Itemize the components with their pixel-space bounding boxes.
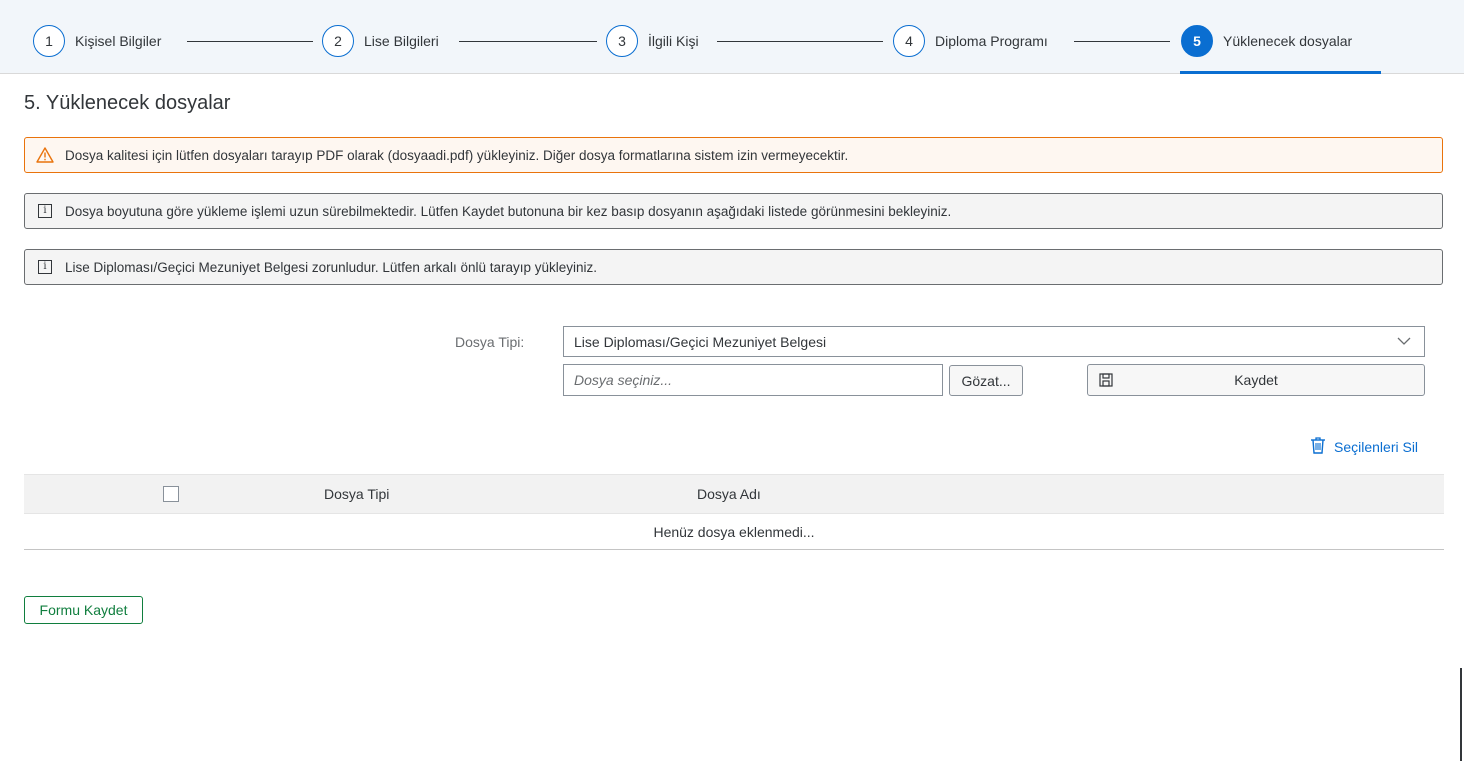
info-icon: i (25, 204, 65, 218)
wizard-step-diploma-program[interactable]: 4 Diploma Programı (893, 24, 1048, 58)
browse-button[interactable]: Gözat... (949, 365, 1023, 396)
step-number: 1 (33, 25, 65, 57)
wizard-step-personal-info[interactable]: 1 Kişisel Bilgiler (33, 24, 161, 58)
warning-icon (25, 147, 65, 163)
wizard-step-highschool-info[interactable]: 2 Lise Bilgileri (322, 24, 439, 58)
step-label: Lise Bilgileri (364, 33, 439, 49)
step-label: Diploma Programı (935, 33, 1048, 49)
step-label: İlgili Kişi (648, 33, 699, 49)
scrollbar[interactable] (1460, 668, 1462, 761)
wizard-header: 1 Kişisel Bilgiler 2 Lise Bilgileri 3 İl… (0, 0, 1464, 74)
upload-save-label: Kaydet (1234, 372, 1278, 388)
file-type-label: Dosya Tipi: (455, 334, 525, 350)
save-form-button[interactable]: Formu Kaydet (24, 596, 143, 624)
table-empty-row: Henüz dosya eklenmedi... (24, 514, 1444, 550)
warning-text: Dosya kalitesi için lütfen dosyaları tar… (65, 147, 849, 163)
step-number: 4 (893, 25, 925, 57)
info-message-upload-time: i Dosya boyutuna göre yükleme işlemi uzu… (24, 193, 1443, 229)
step-number: 3 (606, 25, 638, 57)
step-connector (187, 41, 313, 42)
file-type-value: Lise Diploması/Geçici Mezuniyet Belgesi (574, 333, 827, 350)
warning-message: Dosya kalitesi için lütfen dosyaları tar… (24, 137, 1443, 173)
step-connector (1074, 41, 1170, 42)
select-all-checkbox[interactable] (163, 486, 179, 502)
info-message-diploma-required: i Lise Diploması/Geçici Mezuniyet Belges… (24, 249, 1443, 285)
files-table-header: Dosya Tipi Dosya Adı (24, 474, 1444, 514)
trash-icon (1310, 436, 1326, 457)
step-number: 5 (1181, 25, 1213, 57)
step-number: 2 (322, 25, 354, 57)
step-label: Yüklenecek dosyalar (1223, 33, 1353, 49)
save-icon (1098, 372, 1114, 391)
step-connector (459, 41, 597, 42)
info-icon: i (25, 260, 65, 274)
delete-selected-label: Seçilenleri Sil (1334, 438, 1419, 455)
wizard-step-contact-person[interactable]: 3 İlgili Kişi (606, 24, 699, 58)
file-path-input[interactable] (563, 364, 943, 396)
column-header-file-name: Dosya Adı (697, 486, 761, 502)
active-step-indicator (1180, 71, 1381, 74)
column-header-file-type: Dosya Tipi (324, 486, 390, 502)
file-type-select[interactable]: Lise Diploması/Geçici Mezuniyet Belgesi (563, 326, 1425, 357)
step-label: Kişisel Bilgiler (75, 33, 162, 49)
upload-save-button[interactable]: Kaydet (1087, 364, 1425, 396)
wizard-step-upload-files[interactable]: 5 Yüklenecek dosyalar (1181, 24, 1352, 58)
page-title: 5. Yüklenecek dosyalar (24, 92, 231, 114)
chevron-down-icon (1396, 333, 1412, 352)
delete-selected-button[interactable]: Seçilenleri Sil (1310, 436, 1418, 457)
step-connector (717, 41, 883, 42)
info-text: Lise Diploması/Geçici Mezuniyet Belgesi … (65, 259, 598, 275)
info-text: Dosya boyutuna göre yükleme işlemi uzun … (65, 203, 952, 219)
